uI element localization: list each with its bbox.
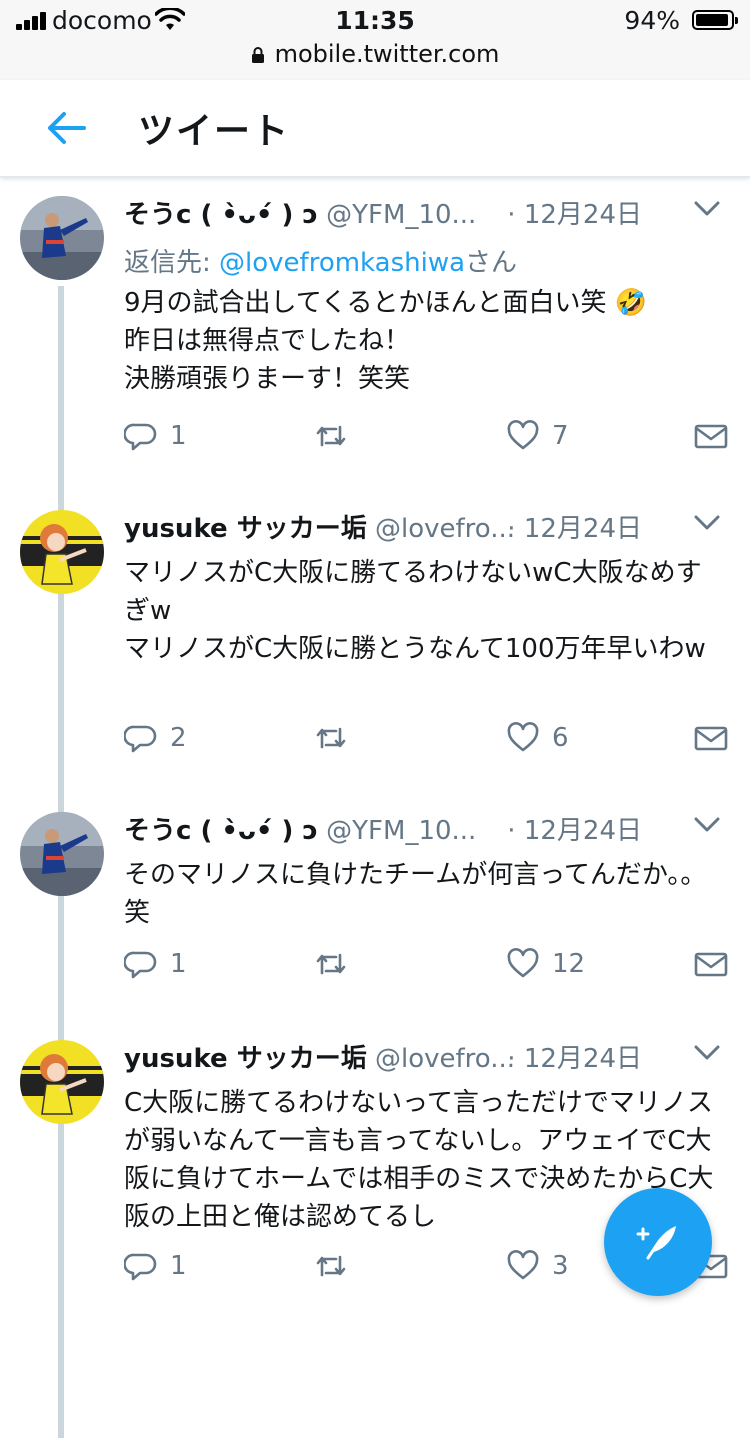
author-handle[interactable]: @YFM_10... <box>326 200 476 230</box>
reply-count: 1 <box>170 421 187 451</box>
author-handle[interactable]: @lovefro... <box>375 1044 515 1074</box>
chevron-down-icon[interactable] <box>694 200 720 218</box>
tweet-date[interactable]: · 12月24日 <box>507 810 642 847</box>
reply-icon <box>124 423 157 451</box>
retweet-icon <box>316 727 346 749</box>
battery-icon <box>692 10 738 30</box>
tweet-date[interactable]: · 12月24日 <box>507 1038 642 1075</box>
author-name[interactable]: yusuke サッカー垢 <box>124 1044 367 1074</box>
direct-message-button[interactable] <box>694 416 728 456</box>
compose-feather-icon <box>636 1226 676 1260</box>
like-button[interactable]: 3 <box>506 1246 569 1286</box>
reply-to-line: 返信先: @lovefromkashiwaさん <box>124 242 726 278</box>
battery-percent: 94% <box>624 6 680 35</box>
like-button[interactable]: 12 <box>506 944 585 984</box>
like-button[interactable]: 6 <box>506 718 569 758</box>
reply-icon <box>124 951 157 979</box>
author-name[interactable]: そうc ( •̀ᴗ•́ ) ɔ <box>124 816 318 846</box>
avatar[interactable] <box>20 196 104 280</box>
compose-tweet-button[interactable] <box>604 1188 712 1296</box>
page-header: ツイート <box>0 80 750 177</box>
reply-prefix: 返信先: <box>124 248 220 278</box>
heart-icon <box>507 948 539 978</box>
retweet-icon <box>316 1255 346 1277</box>
heart-icon <box>507 1250 539 1280</box>
mail-icon <box>694 424 728 449</box>
heart-icon <box>507 722 539 752</box>
url-bar[interactable]: mobile.twitter.com <box>0 40 750 68</box>
author-handle[interactable]: @lovefro... <box>375 514 515 544</box>
tweet-text: 9月の試合出してくるとかほんと面白い笑 🤣 昨日は無得点でしたね！ 決勝頑張りま… <box>124 288 648 394</box>
mail-icon <box>694 952 728 977</box>
like-count: 12 <box>552 949 586 979</box>
avatar[interactable] <box>20 510 104 594</box>
like-count: 7 <box>552 421 569 451</box>
mail-icon <box>694 726 728 751</box>
avatar[interactable] <box>20 812 104 896</box>
reply-count: 2 <box>170 723 187 753</box>
tweet-actions: 2 6 <box>0 718 750 758</box>
reply-suffix: さん <box>465 248 518 278</box>
tweet-actions: 1 12 <box>0 944 750 984</box>
heart-icon <box>507 420 539 450</box>
url-text: mobile.twitter.com <box>274 40 500 68</box>
reply-count: 1 <box>170 949 187 979</box>
retweet-button[interactable] <box>314 416 360 456</box>
lock-icon <box>251 47 264 63</box>
retweet-icon <box>316 425 346 447</box>
like-count: 3 <box>552 1251 569 1281</box>
retweet-button[interactable] <box>314 1246 360 1286</box>
reply-icon <box>124 725 157 753</box>
chevron-down-icon[interactable] <box>694 816 720 834</box>
page-title: ツイート <box>138 111 291 152</box>
author-handle[interactable]: @YFM_10... <box>326 816 476 846</box>
author-name[interactable]: そうc ( •̀ᴗ•́ ) ɔ <box>124 200 318 230</box>
like-button[interactable]: 7 <box>506 416 569 456</box>
retweet-button[interactable] <box>314 718 360 758</box>
tweet-date[interactable]: · 12月24日 <box>507 194 642 231</box>
tweet-text: マリノスがC大阪に勝てるわけないwC大阪なめすぎw マリノスがC大阪に勝とうなん… <box>124 558 706 664</box>
retweet-button[interactable] <box>314 944 360 984</box>
tweet-date[interactable]: · 12月24日 <box>507 508 642 545</box>
arrow-left-icon[interactable] <box>44 108 88 148</box>
tweet-actions: 1 7 <box>0 416 750 456</box>
chevron-down-icon[interactable] <box>694 514 720 532</box>
like-count: 6 <box>552 723 569 753</box>
reply-count: 1 <box>170 1251 187 1281</box>
chevron-down-icon[interactable] <box>694 1044 720 1062</box>
reply-button[interactable]: 2 <box>124 718 187 758</box>
reply-icon <box>124 1253 157 1281</box>
tweet-text: そのマリノスに負けたチームが何言ってんだか。。笑 <box>124 860 707 928</box>
author-name[interactable]: yusuke サッカー垢 <box>124 514 367 544</box>
browser-status-bar: docomo 11:35 94% mobile.twitter.com <box>0 0 750 81</box>
reply-button[interactable]: 1 <box>124 944 187 984</box>
reply-mention-link[interactable]: @lovefromkashiwa <box>219 248 465 278</box>
status-bar: docomo 11:35 94% <box>0 0 750 42</box>
retweet-icon <box>316 953 346 975</box>
avatar[interactable] <box>20 1040 104 1124</box>
reply-button[interactable]: 1 <box>124 1246 187 1286</box>
direct-message-button[interactable] <box>694 718 728 758</box>
reply-button[interactable]: 1 <box>124 416 187 456</box>
direct-message-button[interactable] <box>694 944 728 984</box>
